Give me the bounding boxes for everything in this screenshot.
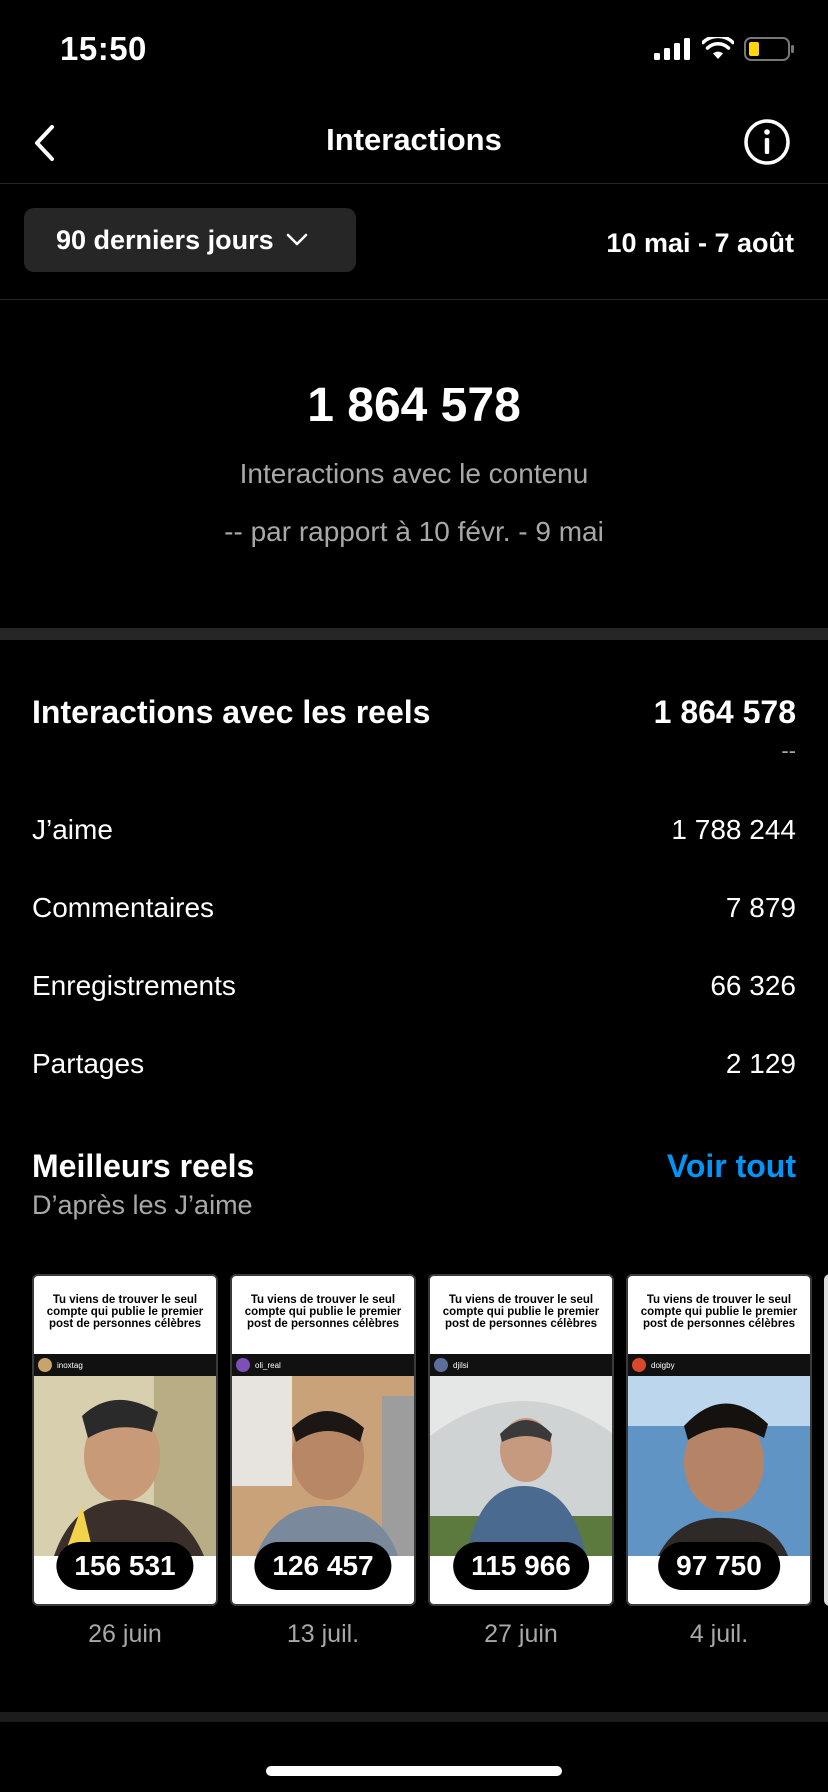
info-button[interactable] [742,117,792,167]
period-label: 90 derniers jours [56,224,274,255]
status-bar: 15:50 [0,0,828,100]
reel-user-bar: doigby [628,1354,810,1376]
reel-card-partial[interactable] [824,1274,828,1606]
reel-card[interactable]: Tu viens de trouver le seul compte qui p… [32,1274,218,1606]
total-interactions-value: 1 864 578 [307,379,521,432]
best-reels-subtitle: D’après les J’aime [32,1190,253,1220]
chevron-down-icon [286,233,307,246]
home-indicator[interactable] [266,1766,562,1776]
filter-row: 90 derniers jours 10 mai - 7 août [0,184,828,300]
best-reels-header: Meilleurs reels D’après les J’aime Voir … [32,1148,796,1228]
reel-caption: Tu viens de trouver le seul compte qui p… [244,1294,402,1330]
reel-likes-count: 97 750 [658,1542,780,1590]
reel-card[interactable]: Tu viens de trouver le seul compte qui p… [428,1274,614,1606]
metric-row-likes: J’aime 1 788 244 [32,814,796,854]
reel-thumbnail [430,1376,612,1556]
avatar [236,1358,250,1372]
avatar [38,1358,52,1372]
metric-label: Partages [32,1048,145,1079]
reels-interactions-header: Interactions avec les reels 1 864 578 -- [32,690,796,763]
period-dropdown[interactable]: 90 derniers jours [24,208,356,272]
reels-interactions-delta: -- [781,738,796,763]
status-time: 15:50 [60,30,147,67]
section-divider [0,1712,828,1722]
wifi-icon [702,37,734,59]
total-interactions-label: Interactions avec le contenu [239,458,589,489]
info-icon [744,119,790,165]
reel-caption: Tu viens de trouver le seul compte qui p… [442,1294,600,1330]
metric-value: 7 879 [725,892,796,923]
metric-row-saves: Enregistrements 66 326 [32,970,796,1010]
battery-icon [744,37,794,61]
reel-user-bar: inoxtag [34,1354,216,1376]
reel-handle: oli_real [255,1360,281,1370]
section-divider [0,628,828,640]
metric-label: Enregistrements [32,970,236,1001]
metric-value: 2 129 [725,1048,796,1079]
reel-user-bar: djilsi [430,1354,612,1376]
metric-label: Commentaires [32,892,215,923]
reel-date: 13 juil. [286,1620,360,1648]
metric-label: J’aime [32,814,113,845]
metric-row-comments: Commentaires 7 879 [32,892,796,932]
reel-handle: inoxtag [57,1360,83,1370]
navigation-bar: Interactions [0,100,828,184]
avatar [632,1358,646,1372]
reel-caption: Tu viens de trouver le seul compte qui p… [640,1294,798,1330]
comparison-text: -- par rapport à 10 févr. - 9 mai [224,516,604,547]
reel-caption: Tu viens de trouver le seul compte qui p… [46,1294,204,1330]
reel-card[interactable]: Tu viens de trouver le seul compte qui p… [230,1274,416,1606]
reel-user-bar: oli_real [232,1354,414,1376]
reel-handle: djilsi [453,1360,469,1370]
reel-date: 27 juin [484,1620,558,1648]
reel-thumbnail [628,1376,810,1556]
best-reels-carousel[interactable]: Tu viens de trouver le seul compte qui p… [32,1274,828,1654]
reel-likes-count: 126 457 [254,1542,392,1590]
metric-row-shares: Partages 2 129 [32,1048,796,1088]
reels-interactions-title: Interactions avec les reels [32,694,431,730]
date-range: 10 mai - 7 août [606,228,794,258]
best-reels-title: Meilleurs reels [32,1148,255,1184]
reel-card[interactable]: Tu viens de trouver le seul compte qui p… [626,1274,812,1606]
signal-icon [654,38,690,60]
reels-interactions-total: 1 864 578 [653,694,796,730]
page-title: Interactions [326,122,502,157]
reel-date: 26 juin [88,1620,162,1648]
reel-thumbnail [232,1376,414,1556]
reel-handle: doigby [651,1360,675,1370]
reel-thumbnail [34,1376,216,1556]
interactions-summary: 1 864 578 Interactions avec le contenu -… [0,300,828,628]
status-icons [654,36,796,62]
avatar [434,1358,448,1372]
reel-likes-count: 115 966 [453,1542,589,1590]
reel-likes-count: 156 531 [56,1542,194,1590]
metric-value: 1 788 244 [671,814,796,845]
metric-value: 66 326 [710,970,796,1001]
see-all-link[interactable]: Voir tout [667,1148,796,1185]
reel-date: 4 juil. [689,1620,749,1648]
